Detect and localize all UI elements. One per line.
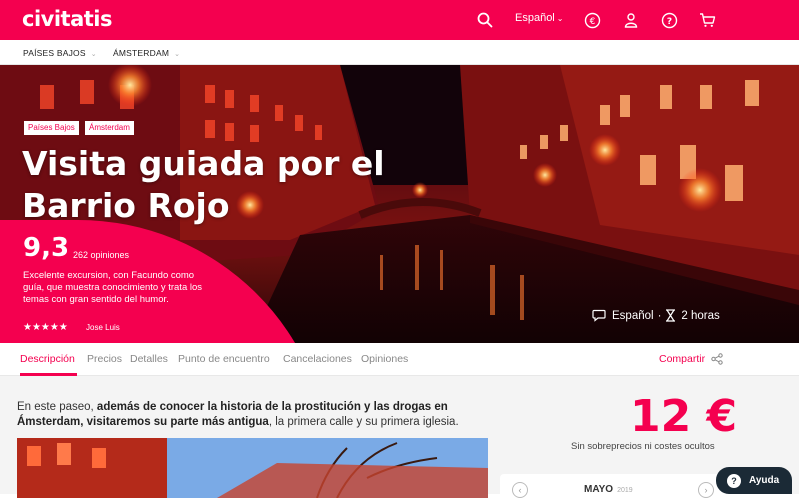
tour-photo-canal	[17, 438, 488, 498]
share-icon	[711, 353, 723, 365]
tour-price: 12 €	[630, 391, 738, 442]
reviewer-name: Jose Luis	[86, 323, 120, 332]
main-content: En este paseo, además de conocer la hist…	[0, 376, 799, 504]
breadcrumb-city-label: ÁMSTERDAM	[113, 48, 170, 58]
section-tabs: Descripción Precios Detalles Punto de en…	[0, 343, 799, 376]
question-icon: ?	[727, 473, 741, 488]
calendar-month-label: MAYO	[584, 484, 614, 495]
chevron-down-icon: ⌄	[90, 51, 97, 58]
share-label: Compartir	[659, 353, 706, 365]
euro-icon[interactable]: €	[582, 10, 602, 30]
help-icon[interactable]: ?	[659, 10, 679, 30]
calendar-year: 2019	[617, 487, 633, 494]
meta-separator: ·	[657, 309, 662, 322]
review-quote: Excelente excursion, con Facundo como gu…	[23, 270, 203, 305]
tour-photo[interactable]	[17, 438, 488, 498]
help-chat-button[interactable]: ? Ayuda	[716, 467, 792, 494]
calendar-prev-button[interactable]: ‹	[512, 482, 528, 498]
tab-descripcion[interactable]: Descripción	[20, 353, 75, 365]
language-selector[interactable]: Español ⌄	[515, 12, 563, 24]
tour-meta: Español · 2 horas	[592, 309, 724, 322]
civitatis-logo[interactable]: civitatis	[22, 7, 112, 31]
tour-language: Español	[612, 309, 654, 322]
hourglass-icon	[666, 309, 676, 322]
share-button[interactable]: Compartir	[659, 353, 723, 365]
svg-text:?: ?	[666, 17, 671, 27]
chevron-down-icon: ⌄	[174, 51, 181, 58]
tag-country[interactable]: Países Bajos	[24, 121, 79, 135]
tab-opiniones[interactable]: Opiniones	[361, 353, 408, 365]
breadcrumb: PAÍSES BAJOS ⌄ ÁMSTERDAM ⌄	[0, 40, 799, 65]
svg-text:€: €	[589, 17, 595, 27]
date-calendar: ‹ MAYO 2019 ›	[500, 474, 731, 504]
tour-description: En este paseo, además de conocer la hist…	[17, 400, 477, 430]
calendar-month: MAYO 2019	[584, 484, 633, 495]
cart-icon[interactable]	[697, 10, 717, 30]
user-icon[interactable]	[621, 10, 641, 30]
tag-city[interactable]: Ámsterdam	[85, 121, 134, 135]
tab-precios[interactable]: Precios	[87, 353, 122, 365]
search-icon[interactable]	[475, 10, 495, 30]
star-rating: ★★★★★	[23, 322, 68, 333]
tab-detalles[interactable]: Detalles	[130, 353, 168, 365]
page-title: Visita guiada por el Barrio Rojo	[22, 144, 385, 225]
breadcrumb-city[interactable]: ÁMSTERDAM ⌄	[113, 48, 180, 58]
help-label: Ayuda	[749, 475, 780, 486]
reviews-count[interactable]: 262 opiniones	[73, 250, 129, 260]
language-label: Español	[515, 12, 555, 24]
chevron-down-icon: ⌄	[556, 14, 564, 23]
hero-banner: Países Bajos Ámsterdam Visita guiada por…	[0, 65, 799, 343]
rating-score: 9,3	[23, 233, 70, 263]
calendar-next-button[interactable]: ›	[698, 482, 714, 498]
tab-cancelaciones[interactable]: Cancelaciones	[283, 353, 352, 365]
tab-punto-de-encuentro[interactable]: Punto de encuentro	[178, 353, 270, 365]
breadcrumb-country[interactable]: PAÍSES BAJOS ⌄	[23, 48, 97, 58]
speech-bubble-icon	[592, 309, 606, 322]
breadcrumb-country-label: PAÍSES BAJOS	[23, 48, 86, 58]
description-text-end: , la primera calle y su primera iglesia.	[268, 416, 459, 428]
price-subtitle: Sin sobreprecios ni costes ocultos	[571, 441, 715, 452]
top-navbar: civitatis Español ⌄ € ?	[0, 0, 799, 40]
tour-duration: 2 horas	[681, 309, 720, 322]
description-text: En este paseo,	[17, 401, 97, 413]
